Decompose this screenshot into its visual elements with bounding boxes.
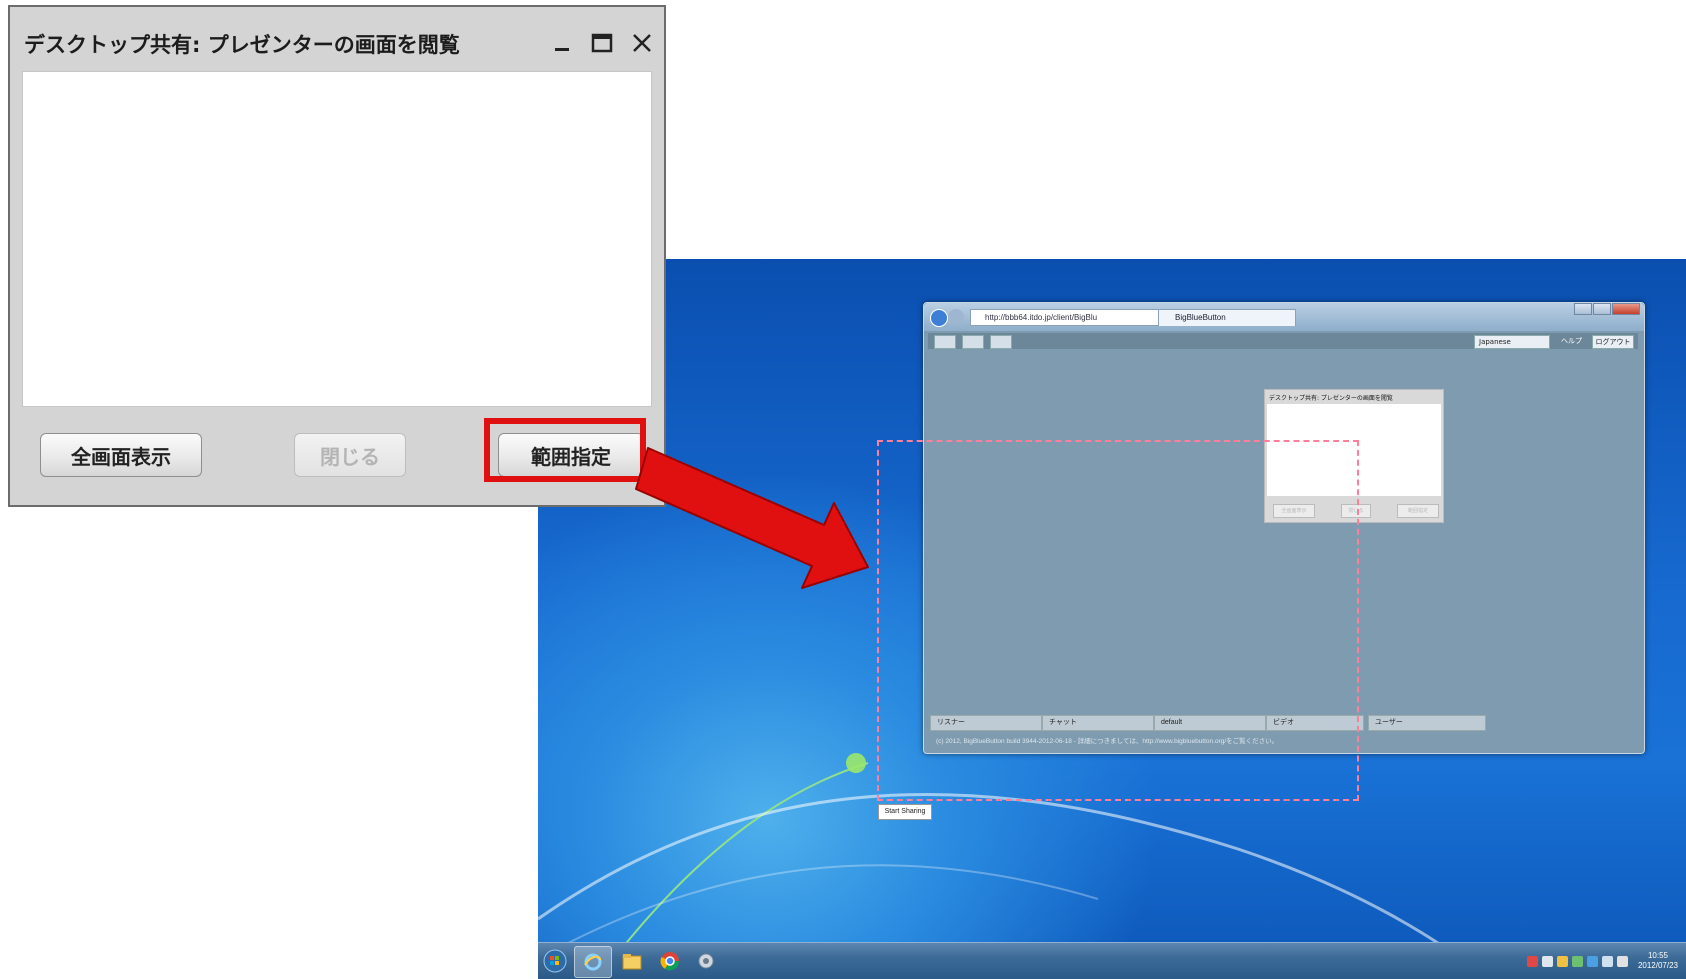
address-bar[interactable]: http://bbb64.itdo.jp/client/BigBlu	[970, 309, 1172, 326]
explorer-icon[interactable]	[614, 946, 650, 976]
maximize-icon[interactable]	[588, 31, 616, 55]
browser-maximize-icon[interactable]	[1593, 303, 1611, 315]
browser-tabbar: http://bbb64.itdo.jp/client/BigBlu BigBl…	[924, 303, 1644, 331]
clock[interactable]: 10:55 2012/07/23	[1638, 951, 1678, 971]
tray-icon[interactable]	[1541, 955, 1553, 967]
forward-icon[interactable]	[948, 309, 964, 325]
mini-region-button: 範囲指定	[1397, 504, 1439, 518]
back-icon[interactable]	[930, 309, 948, 327]
network-icon[interactable]	[1601, 955, 1613, 967]
dialog-title: デスクトップ共有: プレゼンターの画面を閲覧	[24, 33, 460, 57]
tray-icon[interactable]	[1571, 955, 1583, 967]
fullscreen-button[interactable]: 全画面表示	[40, 433, 202, 477]
app-icon[interactable]	[688, 946, 724, 976]
mic-icon[interactable]	[990, 335, 1012, 349]
tray-icon[interactable]	[1556, 955, 1568, 967]
browser-minimize-icon[interactable]	[1574, 303, 1592, 315]
browser-close-icon[interactable]	[1612, 303, 1640, 315]
logout-button[interactable]: ログアウト	[1592, 335, 1634, 349]
start-sharing-button[interactable]: Start Sharing	[878, 804, 932, 820]
browser-tab[interactable]: BigBlueButton	[1158, 309, 1296, 326]
desktop-screenshot: http://bbb64.itdo.jp/client/BigBlu BigBl…	[538, 259, 1686, 979]
clock-time: 10:55	[1647, 951, 1668, 960]
webcam-icon[interactable]	[962, 335, 984, 349]
tray-icon[interactable]	[1586, 955, 1598, 967]
region-button-highlight	[484, 418, 646, 482]
panel-users[interactable]: ユーザー	[1368, 715, 1486, 731]
app-toolbar: Japanese ヘルプ ログアウト	[928, 333, 1638, 349]
tray-icon[interactable]	[1526, 955, 1538, 967]
desktop-share-icon[interactable]	[934, 335, 956, 349]
chrome-icon[interactable]	[652, 946, 688, 976]
system-tray: 10:55 2012/07/23	[1526, 946, 1678, 976]
close-button[interactable]: 閉じる	[294, 433, 406, 477]
language-select[interactable]: Japanese	[1474, 335, 1550, 349]
dialog-viewer-area	[22, 71, 652, 407]
taskbar: 10:55 2012/07/23	[538, 942, 1686, 979]
clock-date: 2012/07/23	[1637, 961, 1678, 970]
browser-window-controls	[1574, 303, 1640, 315]
close-icon[interactable]	[628, 31, 656, 55]
mini-dialog-title: デスクトップ共有: プレゼンターの画面を閲覧	[1269, 395, 1393, 402]
volume-icon[interactable]	[1616, 955, 1628, 967]
windows-start-icon[interactable]	[540, 946, 570, 976]
ie-icon[interactable]	[574, 946, 612, 978]
help-link[interactable]: ヘルプ	[1561, 335, 1582, 347]
capture-region-selection[interactable]	[877, 440, 1359, 801]
minimize-icon[interactable]	[550, 31, 574, 55]
